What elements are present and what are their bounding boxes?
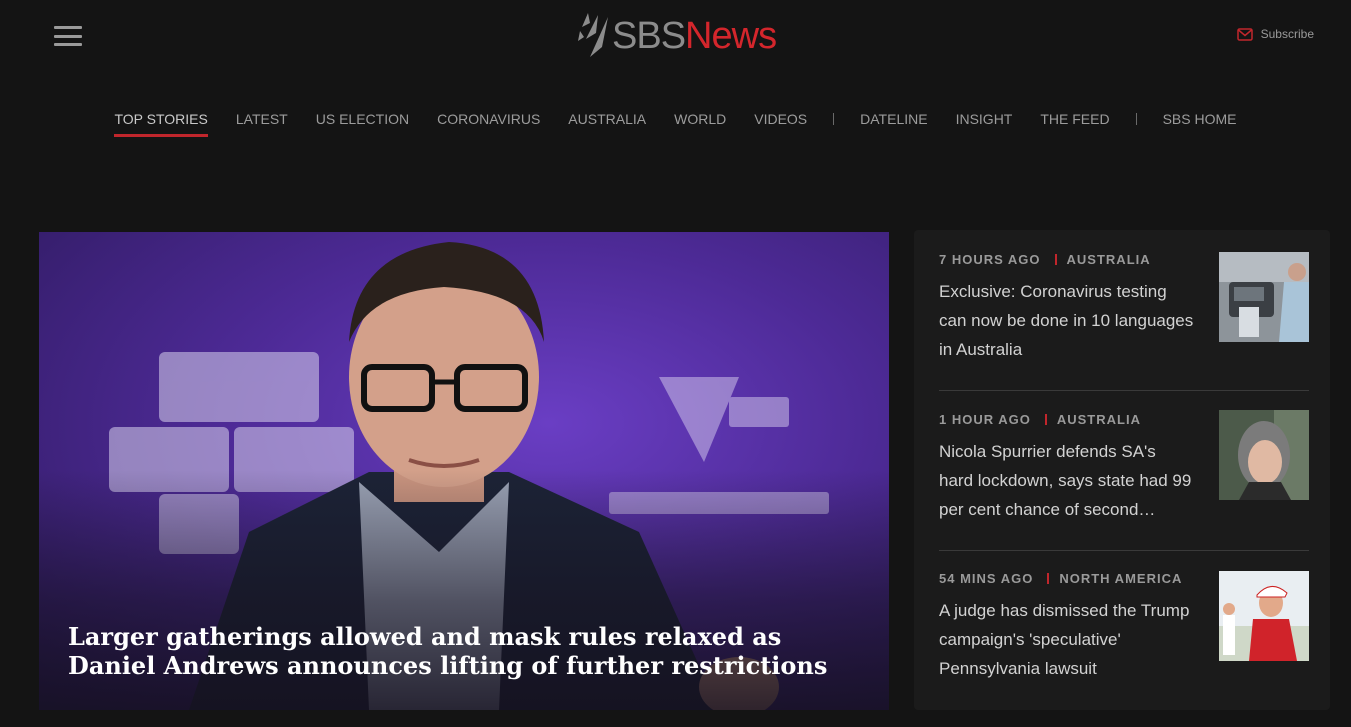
story-title[interactable]: Exclusive: Coronavirus testing can now b… <box>939 277 1194 364</box>
story-title[interactable]: Nicola Spurrier defends SA's hard lockdo… <box>939 437 1194 524</box>
story-thumbnail[interactable] <box>1219 571 1309 661</box>
hero-story[interactable]: Larger gatherings allowed and mask rules… <box>39 232 889 710</box>
story-time: 54 MINS AGO <box>939 571 1034 586</box>
nav-item-insight[interactable]: INSIGHT <box>956 111 1013 137</box>
hero-title[interactable]: Larger gatherings allowed and mask rules… <box>68 622 828 680</box>
story-category[interactable]: NORTH AMERICA <box>1059 571 1182 586</box>
story-thumbnail[interactable] <box>1219 410 1309 500</box>
nav-item-dateline[interactable]: DATELINE <box>860 111 927 137</box>
story-time: 1 HOUR AGO <box>939 412 1031 427</box>
story-divider <box>939 550 1309 551</box>
testing-site-image <box>1219 252 1309 342</box>
nav-item-the-feed[interactable]: THE FEED <box>1040 111 1109 137</box>
sbs-logo-icon <box>578 13 608 57</box>
logo-wordmark: SBSNews <box>612 15 777 57</box>
meta-separator <box>1054 254 1057 265</box>
mail-icon <box>1236 27 1253 41</box>
meta-separator <box>1047 573 1050 584</box>
nav-separator <box>1135 113 1137 125</box>
nav-item-world[interactable]: WORLD <box>674 111 726 137</box>
nav-item-latest[interactable]: LATEST <box>236 111 288 137</box>
site-logo[interactable]: SBSNews <box>576 10 777 62</box>
nav-item-coronavirus[interactable]: CORONAVIRUS <box>437 111 540 137</box>
logo-sbs: SBS <box>612 15 686 57</box>
sbs-news-page: SBSNews Subscribe TOP STORIES LATEST US … <box>0 0 1351 727</box>
golf-portrait-image <box>1219 571 1309 661</box>
sidebar-stories: 7 HOURS AGO AUSTRALIA Exclusive: Coronav… <box>914 230 1330 710</box>
meta-separator <box>1044 414 1047 425</box>
nav-item-videos[interactable]: VIDEOS <box>754 111 807 137</box>
main-nav: TOP STORIES LATEST US ELECTION CORONAVIR… <box>0 111 1351 137</box>
logo-news: News <box>685 15 777 57</box>
nav-item-australia[interactable]: AUSTRALIA <box>568 111 646 137</box>
menu-icon[interactable] <box>54 26 82 46</box>
nav-item-sbs-home[interactable]: SBS HOME <box>1163 111 1237 137</box>
story-card[interactable]: 54 MINS AGO NORTH AMERICA A judge has di… <box>939 571 1309 711</box>
story-title[interactable]: A judge has dismissed the Trump campaign… <box>939 596 1194 683</box>
story-time: 7 HOURS AGO <box>939 252 1041 267</box>
story-thumbnail[interactable] <box>1219 252 1309 342</box>
nav-separator <box>833 113 835 125</box>
nav-item-top-stories[interactable]: TOP STORIES <box>114 111 209 137</box>
story-card[interactable]: 1 HOUR AGO AUSTRALIA Nicola Spurrier def… <box>939 410 1309 552</box>
portrait-image <box>1219 410 1309 500</box>
story-card[interactable]: 7 HOURS AGO AUSTRALIA Exclusive: Coronav… <box>939 252 1309 392</box>
story-category[interactable]: AUSTRALIA <box>1067 252 1151 267</box>
story-category[interactable]: AUSTRALIA <box>1057 412 1141 427</box>
subscribe-label: Subscribe <box>1260 27 1314 41</box>
nav-item-us-election[interactable]: US ELECTION <box>316 111 409 137</box>
subscribe-link[interactable]: Subscribe <box>1236 27 1314 41</box>
story-divider <box>939 390 1309 391</box>
